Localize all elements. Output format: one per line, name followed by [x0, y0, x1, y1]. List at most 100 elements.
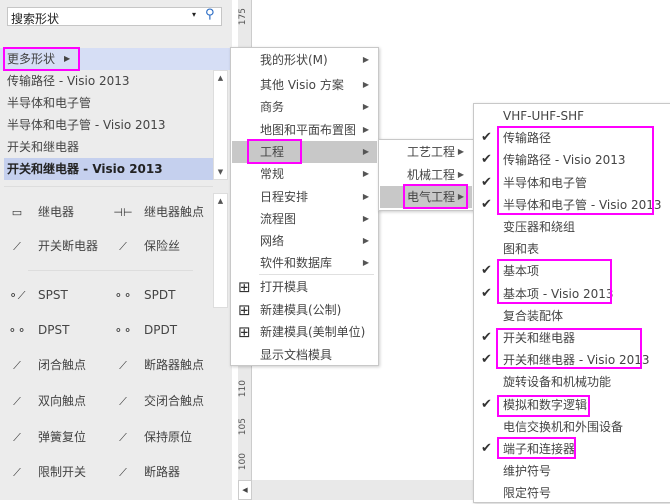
- shapes-scrollbar[interactable]: ▲: [213, 193, 228, 308]
- shape-item[interactable]: ⟋ 闭合触点: [4, 355, 86, 375]
- menu-item[interactable]: ✔ 半导体和电子管 - Visio 2013: [475, 194, 669, 216]
- menu-item[interactable]: 图和表: [475, 238, 669, 260]
- menu-action[interactable]: 显示文档模具: [232, 344, 377, 366]
- menu-item-label: 模拟和数字逻辑: [503, 397, 588, 412]
- menu-item[interactable]: ✔ 开关和继电器 - Visio 2013: [475, 349, 669, 371]
- shape-icon: ⟋: [119, 466, 127, 479]
- stencil-item[interactable]: 传输路径 - Visio 2013: [4, 70, 213, 92]
- shape-label: 继电器触点: [144, 205, 205, 219]
- menu-item[interactable]: VHF-UHF-SHF: [475, 105, 669, 127]
- shape-icon: ⚬⚬: [113, 289, 133, 302]
- scroll-up-arrow[interactable]: ▲: [214, 194, 227, 208]
- shape-item[interactable]: ⟋ 保险丝: [110, 236, 180, 256]
- ruler-scroll-left[interactable]: ◀: [238, 480, 252, 500]
- shape-item[interactable]: ⟋ 限制开关: [4, 462, 86, 482]
- menu-item[interactable]: 机械工程 ▶: [380, 164, 472, 186]
- menu-item-label: 半导体和电子管 - Visio 2013: [503, 197, 662, 212]
- shape-item[interactable]: ▭ 继电器: [4, 202, 74, 222]
- menu-item[interactable]: 日程安排 ▶: [232, 186, 377, 208]
- menu-item-label: 基本项: [503, 264, 540, 279]
- search-input[interactable]: 搜索形状 ▾ ⚲: [7, 7, 222, 26]
- shape-icon: ⟋: [13, 466, 21, 479]
- menu-item[interactable]: 限定符号: [475, 482, 669, 504]
- menu-item[interactable]: 网络 ▶: [232, 230, 377, 252]
- shape-item[interactable]: ⚬⚬ SPDT: [110, 285, 176, 305]
- shape-item[interactable]: ⟋ 保持原位: [110, 427, 192, 447]
- menu-item[interactable]: ✔ 基本项: [475, 260, 669, 282]
- menu-item[interactable]: 旋转设备和机械功能: [475, 371, 669, 393]
- chevron-right-icon: ▶: [362, 258, 369, 267]
- menu-item-label: 日程安排: [260, 190, 309, 204]
- shape-label: 双向触点: [38, 394, 87, 408]
- menu-item[interactable]: ✔ 传输路径 - Visio 2013: [475, 149, 669, 171]
- menu-item[interactable]: 商务 ▶: [232, 96, 377, 118]
- menu-item[interactable]: 复合装配体: [475, 305, 669, 327]
- menu-item[interactable]: ✔ 开关和继电器: [475, 327, 669, 349]
- menu-item[interactable]: ✔ 基本项 - Visio 2013: [475, 283, 669, 305]
- menu-item-label: 复合装配体: [503, 308, 564, 323]
- menu-item-label: 维护符号: [503, 464, 552, 479]
- shape-label: 交闭合触点: [144, 394, 205, 408]
- stencil-item[interactable]: 开关和继电器 - Visio 2013: [4, 158, 213, 180]
- more-shapes-button[interactable]: 更多形状 ▶: [0, 48, 232, 70]
- shape-item[interactable]: ⟋ 交闭合触点: [110, 391, 204, 411]
- menu-item[interactable]: 维护符号: [475, 460, 669, 482]
- menu-item-label: 电信交换机和外围设备: [503, 419, 624, 434]
- stencil-scrollbar[interactable]: ▲ ▼: [213, 70, 228, 180]
- stencil-item[interactable]: 半导体和电子管 - Visio 2013: [4, 114, 213, 136]
- stencil-item[interactable]: 开关和继电器: [4, 136, 213, 158]
- menu-item-label: 传输路径: [503, 131, 552, 146]
- shape-label: 弹簧复位: [38, 430, 87, 444]
- menu-item[interactable]: 其他 Visio 方案 ▶: [232, 74, 377, 96]
- scroll-down-arrow[interactable]: ▼: [214, 165, 227, 179]
- menu-item[interactable]: ✔ 端子和连接器: [475, 438, 669, 460]
- caret-down-icon[interactable]: ▾: [192, 10, 196, 19]
- menu-item[interactable]: 工艺工程 ▶: [380, 141, 472, 163]
- shape-label: 断路器: [144, 465, 181, 479]
- shape-item[interactable]: ⚬⚬ DPST: [4, 320, 70, 340]
- menu-item-label: 商务: [260, 100, 285, 114]
- search-icon[interactable]: ⚲: [205, 7, 215, 22]
- menu-item[interactable]: 工程 ▶: [232, 141, 377, 163]
- menu-item[interactable]: ✔ 模拟和数字逻辑: [475, 394, 669, 416]
- shape-icon: ⟋: [13, 359, 21, 372]
- menu-item-label: 软件和数据库: [260, 256, 333, 270]
- shape-item[interactable]: ⟋ 弹簧复位: [4, 427, 86, 447]
- shape-item[interactable]: ⚬⚬ DPDT: [110, 320, 177, 340]
- shape-label: 断路器触点: [144, 358, 205, 372]
- menu-item-label: 传输路径 - Visio 2013: [503, 153, 626, 168]
- shape-item[interactable]: ⊣⊢ 继电器触点: [110, 202, 204, 222]
- shape-item[interactable]: ⟋ 断路器触点: [110, 355, 204, 375]
- menu-action[interactable]: ⊞ 新建模具(公制): [232, 299, 377, 321]
- menu-item-label: 新建模具(美制单位): [260, 325, 366, 339]
- menu-item[interactable]: 流程图 ▶: [232, 208, 377, 230]
- menu-item[interactable]: ✔ 传输路径: [475, 127, 669, 149]
- menu-item[interactable]: 地图和平面布置图 ▶: [232, 119, 377, 141]
- menu-item-label: 流程图: [260, 212, 297, 226]
- checkmark-icon: ✔: [481, 130, 492, 146]
- shape-icon: ⚬⚬: [7, 324, 27, 337]
- menu-action[interactable]: ⊞ 打开模具: [232, 276, 377, 298]
- menu-item[interactable]: 常规 ▶: [232, 163, 377, 185]
- menu-action[interactable]: ⊞ 新建模具(美制单位): [232, 321, 377, 343]
- stencil-item[interactable]: 半导体和电子管: [4, 92, 213, 114]
- menu-item[interactable]: 电气工程 ▶: [380, 186, 472, 208]
- menu-item[interactable]: 变压器和绕组: [475, 216, 669, 238]
- shape-icon: ⟋: [13, 240, 21, 253]
- shapes-panel: 搜索形状 ▾ ⚲ 更多形状 ▶ ▲ ▼ ▲ 传输路径 - Visio 2013 半…: [0, 0, 232, 500]
- menu-item[interactable]: 电信交换机和外围设备: [475, 416, 669, 438]
- menu-item-label: 变压器和绕组: [503, 220, 576, 234]
- checkmark-icon: ✔: [481, 196, 492, 212]
- checkmark-icon: ✔: [481, 263, 492, 279]
- chevron-right-icon: ▶: [362, 192, 369, 201]
- menu-item[interactable]: ✔ 半导体和电子管: [475, 172, 669, 194]
- menu-item-label: 半导体和电子管: [503, 175, 588, 190]
- menu-item[interactable]: 软件和数据库 ▶: [232, 252, 377, 274]
- shape-item[interactable]: ⟋ 断路器: [110, 462, 180, 482]
- menu-item[interactable]: 我的形状(M) ▶: [232, 49, 377, 71]
- shape-item[interactable]: ⚬⟋ SPST: [4, 285, 68, 305]
- chevron-right-icon: ▶: [457, 147, 464, 156]
- shape-item[interactable]: ⟋ 开关断电器: [4, 236, 98, 256]
- scroll-up-arrow[interactable]: ▲: [214, 71, 227, 85]
- shape-item[interactable]: ⟋ 双向触点: [4, 391, 86, 411]
